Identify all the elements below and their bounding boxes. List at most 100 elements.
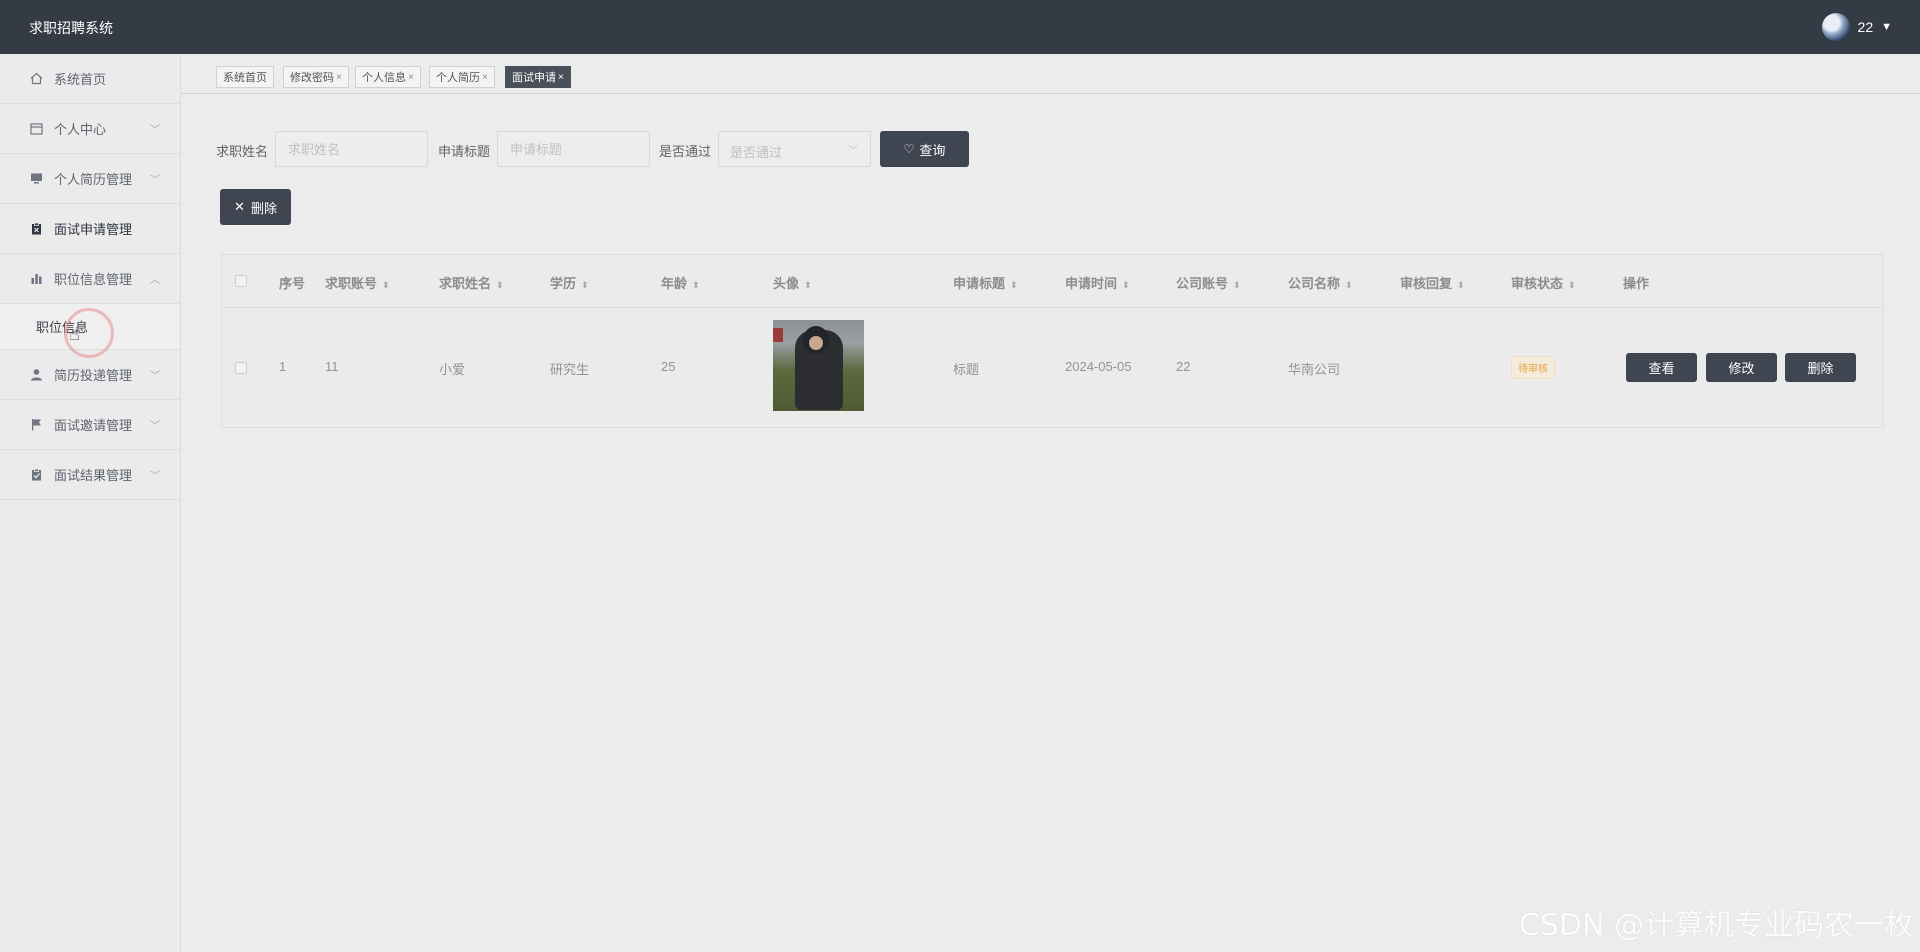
sort-icon: ⬍ (1457, 280, 1465, 290)
pass-select[interactable]: 是否通过 ﹀ (718, 131, 871, 167)
table-row: 1 11 小爱 研究生 25 标题 2024-05-05 22 华南公司 待审核… (222, 308, 1883, 428)
batch-delete-label: 删除 (250, 200, 277, 216)
tab-home[interactable]: 系统首页 (216, 66, 274, 88)
column-header[interactable]: 审核状态 ⬍ (1511, 273, 1576, 292)
column-header[interactable]: 公司账号 ⬍ (1176, 273, 1241, 292)
tab-personal-info[interactable]: 个人信息 × (355, 66, 421, 88)
tab-label: 面试申请 (512, 72, 556, 84)
tab-bar: 系统首页 修改密码 × 个人信息 × 个人简历 × 面试申请 × (181, 54, 1920, 94)
sort-icon: ⬍ (581, 280, 589, 290)
tab-label: 系统首页 (223, 72, 267, 84)
tab-personal-resume[interactable]: 个人简历 × (429, 66, 495, 88)
sort-icon: ⬍ (1345, 280, 1353, 290)
view-button[interactable]: 查看 (1626, 353, 1697, 382)
sidebar-item-resume-delivery[interactable]: 简历投递管理 ﹀ (0, 350, 180, 400)
title-search-input[interactable] (497, 131, 650, 167)
cell-education: 研究生 (550, 362, 590, 377)
sidebar-subitem-position-info[interactable]: 职位信息 ☝ (0, 304, 180, 358)
query-button-label: 查询 (919, 142, 946, 158)
tab-label: 个人简历 (436, 72, 480, 84)
watermark: CSDN @计算机专业码农一枚 (1518, 908, 1914, 943)
cell-title: 标题 (953, 362, 980, 377)
sidebar-item-label: 系统首页 (54, 72, 107, 87)
sort-icon: ⬍ (1122, 280, 1130, 290)
sort-icon: ⬍ (1233, 280, 1241, 290)
sidebar-subitem-label: 职位信息 (36, 320, 89, 335)
chevron-down-icon: ﹀ (848, 146, 858, 157)
home-icon (28, 72, 44, 85)
pass-label: 是否通过 (659, 144, 712, 159)
tab-change-password[interactable]: 修改密码 × (283, 66, 349, 88)
cell-index: 1 (279, 359, 287, 374)
column-header[interactable]: 学历 ⬍ (550, 273, 589, 292)
row-checkbox[interactable] (235, 362, 247, 374)
column-header[interactable]: 求职姓名 ⬍ (439, 273, 504, 292)
column-header: 序号 (279, 276, 306, 291)
tab-interview-apply[interactable]: 面试申请 × (505, 66, 571, 88)
sort-icon: ⬍ (804, 280, 812, 290)
sort-icon: ⬍ (496, 280, 504, 290)
sort-icon: ⬍ (692, 280, 700, 290)
sidebar-item-home[interactable]: 系统首页 (0, 54, 180, 104)
column-header[interactable]: 求职账号 ⬍ (325, 273, 390, 292)
column-header[interactable]: 申请标题 ⬍ (953, 273, 1018, 292)
clipboard-icon (28, 222, 44, 235)
column-header[interactable]: 申请时间 ⬍ (1065, 273, 1130, 292)
applicant-photo (773, 320, 864, 411)
edit-button[interactable]: 修改 (1706, 353, 1777, 382)
sort-icon: ⬍ (1568, 280, 1576, 290)
chevron-down-icon: ﹀ (150, 175, 160, 186)
cell-age: 25 (661, 359, 676, 374)
tab-label: 修改密码 (290, 72, 334, 84)
sidebar-item-resume[interactable]: 个人简历管理 ﹀ (0, 154, 180, 204)
cell-apply-time: 2024-05-05 (1065, 359, 1132, 374)
sidebar-item-label: 面试申请管理 (54, 222, 133, 237)
user-name[interactable]: 22 (1858, 19, 1874, 35)
caret-down-icon[interactable]: ▼ (1881, 21, 1892, 33)
sidebar-item-label: 简历投递管理 (54, 368, 133, 383)
column-header[interactable]: 年龄 ⬍ (661, 273, 700, 292)
table-header: 序号 求职账号 ⬍ 求职姓名 ⬍ 学历 ⬍ 年龄 ⬍ 头像 ⬍ 申请标题 ⬍ 申请时间 ⬍ 公… (222, 255, 1883, 308)
close-icon[interactable]: × (482, 72, 488, 83)
close-icon: ✕ (234, 199, 245, 214)
sidebar-item-label: 个人简历管理 (54, 172, 133, 187)
close-icon[interactable]: × (336, 72, 342, 83)
column-header[interactable]: 头像 ⬍ (773, 273, 812, 292)
chevron-down-icon: ﹀ (150, 471, 160, 482)
pass-select-placeholder: 是否通过 (730, 145, 783, 160)
user-menu[interactable]: 22 ▼ (1821, 13, 1892, 41)
app-title: 求职招聘系统 (29, 20, 113, 36)
flag-icon (28, 418, 44, 431)
sidebar-item-label: 面试结果管理 (54, 468, 133, 483)
sidebar-item-interview-apply[interactable]: 面试申请管理 (0, 204, 180, 254)
sidebar-item-label: 职位信息管理 (54, 272, 133, 287)
cell-company-name: 华南公司 (1288, 362, 1341, 377)
calendar-icon (28, 122, 44, 135)
batch-delete-button[interactable]: ✕ 删除 (220, 189, 291, 225)
column-header[interactable]: 审核回复 ⬍ (1400, 273, 1465, 292)
cell-name: 小爱 (439, 362, 466, 377)
sidebar-item-personal-center[interactable]: 个人中心 ﹀ (0, 104, 180, 154)
cell-account: 11 (325, 359, 339, 374)
column-header[interactable]: 公司名称 ⬍ (1288, 273, 1353, 292)
chevron-down-icon: ﹀ (150, 125, 160, 136)
select-all-checkbox[interactable] (235, 275, 247, 287)
cell-company-account: 22 (1176, 359, 1191, 374)
chevron-down-icon: ﹀ (150, 371, 160, 382)
status-badge: 待审核 (1511, 356, 1555, 379)
user-avatar[interactable] (1821, 13, 1850, 41)
name-label: 求职姓名 (216, 144, 269, 159)
chevron-down-icon: ﹀ (150, 421, 160, 432)
query-button[interactable]: ♡ 查询 (880, 131, 969, 167)
sidebar-item-interview-invite[interactable]: 面试邀请管理 ﹀ (0, 400, 180, 450)
close-icon[interactable]: × (408, 72, 414, 83)
sort-icon: ⬍ (382, 280, 390, 290)
sidebar-item-interview-result[interactable]: 面试结果管理 ﹀ (0, 450, 180, 500)
close-icon[interactable]: × (558, 72, 564, 83)
delete-button[interactable]: 删除 (1785, 353, 1856, 382)
top-header: 求职招聘系统 22 ▼ (0, 0, 1920, 54)
name-search-input[interactable] (275, 131, 428, 167)
user-icon (28, 368, 44, 381)
sidebar-item-position[interactable]: 职位信息管理 ︿ (0, 254, 180, 304)
heart-icon: ♡ (903, 142, 915, 156)
